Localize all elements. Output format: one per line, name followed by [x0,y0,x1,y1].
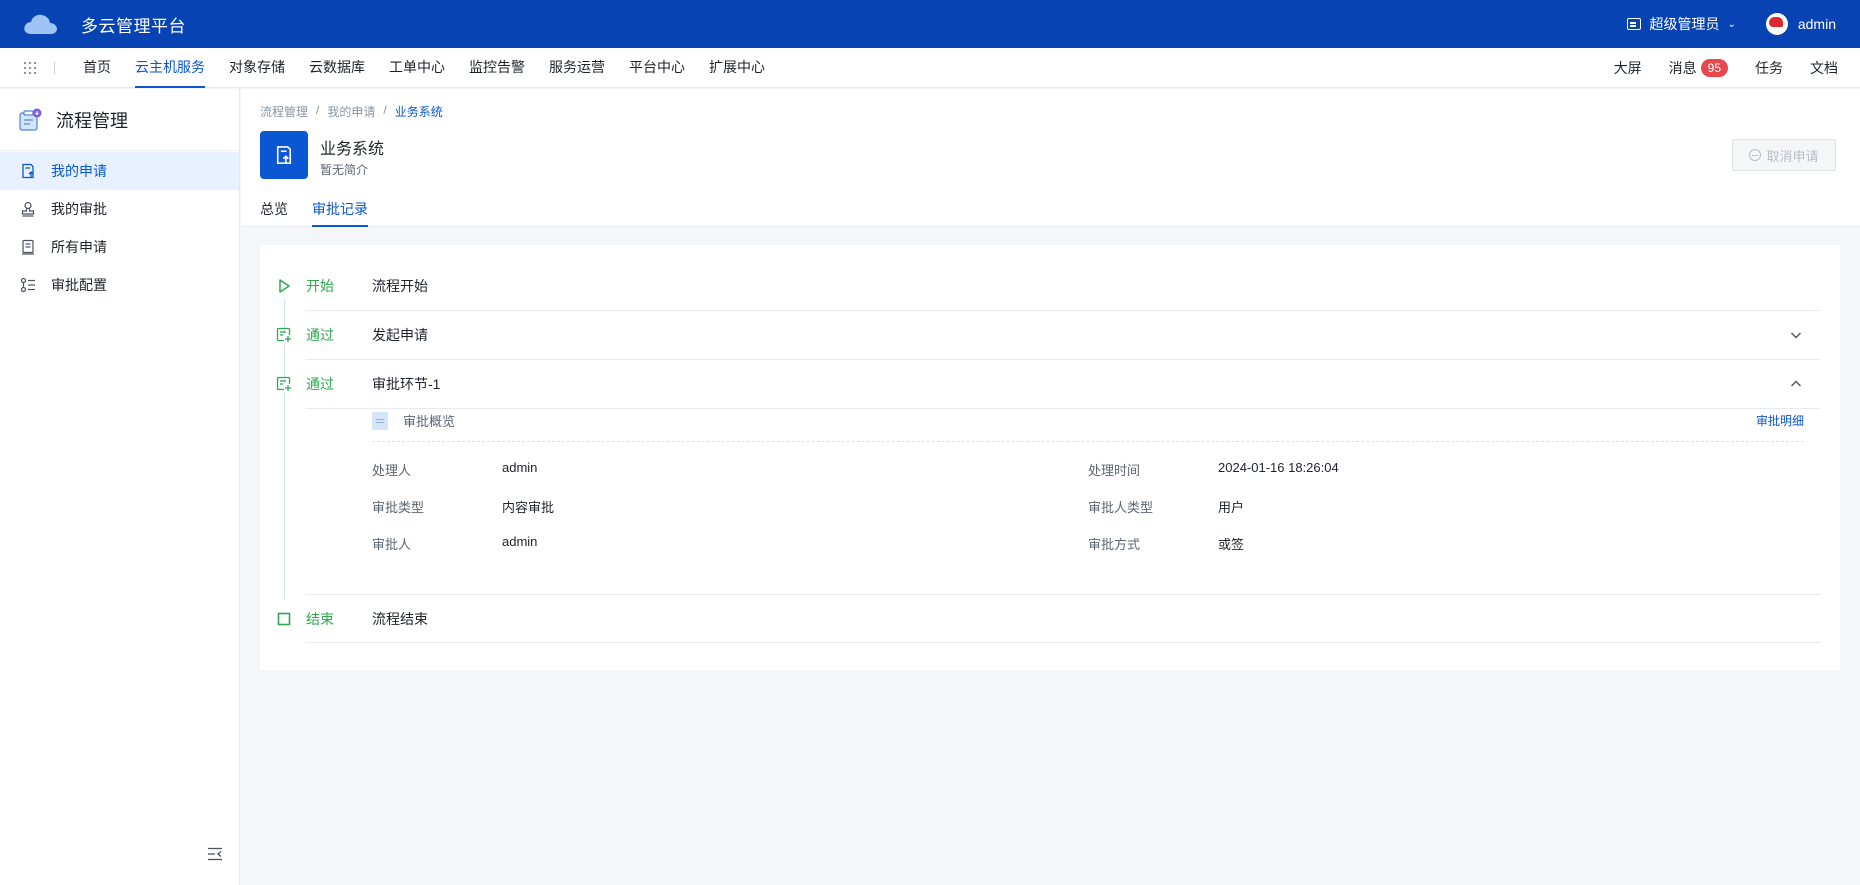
app-grid-icon[interactable] [24,61,36,74]
breadcrumb-item[interactable]: 我的申请 [327,103,375,120]
step-status: 通过 [306,327,334,343]
approved-doc-icon [276,327,292,343]
cancel-request-button[interactable]: 取消申请 [1732,139,1836,171]
field-value: 内容审批 [502,500,555,515]
field-value: 或签 [1218,537,1245,552]
sidebar-title: 流程管理 [56,110,128,131]
business-system-icon [260,131,308,179]
tab-approval-records[interactable]: 审批记录 [312,199,368,227]
timeline-step: 结束 流程结束 [277,594,1820,643]
role-label: 超级管理员 [1649,16,1720,32]
nav-item-cloud-host[interactable]: 云主机服务 [123,48,217,88]
field-label: 审批人类型 [1088,500,1154,515]
my-request-icon [22,163,34,179]
sidebar-item-my-approvals[interactable]: 我的审批 [0,190,239,228]
stop-square-icon [277,612,291,625]
step-name: 流程开始 [372,278,428,294]
minus-circle-icon [1749,149,1762,161]
field-value: admin [502,460,538,475]
field-value: admin [502,534,538,549]
user-menu[interactable]: admin [1765,13,1836,35]
sidebar-item-label: 我的审批 [51,201,107,217]
workflow-icon [19,108,42,131]
chevron-up-icon[interactable] [1790,378,1802,390]
approval-detail-link[interactable]: 审批明细 [1756,412,1804,429]
nav-item-platform-center[interactable]: 平台中心 [617,48,697,88]
collapse-sidebar-icon[interactable] [207,847,223,861]
user-name: admin [1797,16,1836,32]
sidebar-item-approval-config[interactable]: 审批配置 [0,266,239,304]
approval-overview-header: 审批概览 审批明细 [372,400,1804,442]
approval-record-card: 开始 流程开始 通过 发起申请 通过 审批环节-1 审批概览 审批明细 处理人 … [260,245,1840,670]
play-icon [279,279,290,293]
big-screen-link[interactable]: 大屏 [1614,58,1642,78]
field-label: 处理人 [372,463,412,478]
top-bar: 多云管理平台 超级管理员 ⌄ admin [0,0,1860,48]
chevron-down-icon: ⌄ [1727,18,1736,30]
nav-item-object-storage[interactable]: 对象存储 [217,48,297,88]
sidebar-menu: 我的申请 我的审批 所有申请 审批配置 [0,151,239,304]
tasks-link[interactable]: 任务 [1755,58,1783,78]
nav-item-service-ops[interactable]: 服务运营 [537,48,617,88]
tabs: 总览 审批记录 [260,199,392,227]
nav-item-monitoring[interactable]: 监控告警 [457,48,537,88]
page-title: 业务系统 [320,141,385,158]
step-name: 流程结束 [372,610,428,627]
timeline-step[interactable]: 通过 发起申请 [276,311,1820,360]
nav-divider [54,61,55,74]
approval-detail: 审批概览 审批明细 处理人 admin 处理时间 2024-01-16 18:2… [372,400,1804,552]
id-card-icon [1627,18,1642,30]
docs-link[interactable]: 文档 [1810,58,1838,78]
document-list-icon [22,239,34,255]
content-header: 流程管理 / 我的申请 / 业务系统 业务系统 暂无简介 取消申请 总览 审批记… [241,89,1860,227]
app-title: 多云管理平台 [81,16,186,36]
main-nav: 首页 云主机服务 对象存储 云数据库 工单中心 监控告警 服务运营 平台中心 扩… [0,48,1860,88]
stamp-icon [21,201,35,217]
nav-item-cloud-database[interactable]: 云数据库 [297,48,377,88]
field-label: 处理时间 [1088,463,1141,478]
approved-doc-icon [276,376,292,392]
sidebar: 流程管理 我的申请 我的审批 所有申请 审批配置 [0,89,240,885]
sidebar-item-label: 所有申请 [51,239,107,255]
cancel-request-label: 取消申请 [1766,148,1819,164]
avatar [1765,13,1788,35]
messages-link[interactable]: 消息 95 [1669,58,1728,78]
step-status: 开始 [306,278,334,294]
breadcrumb-current: 业务系统 [394,105,443,119]
timeline-step: 开始 流程开始 [279,262,1820,311]
field-value: 2024-01-16 18:26:04 [1218,460,1339,475]
nav-item-home[interactable]: 首页 [71,48,123,88]
breadcrumb-separator: / [316,103,320,117]
nav-item-ticket-center[interactable]: 工单中心 [377,48,457,88]
sidebar-item-all-requests[interactable]: 所有申请 [0,228,239,266]
sidebar-item-label: 审批配置 [51,277,107,293]
field-label: 审批方式 [1088,537,1141,552]
cloud-logo-icon[interactable] [22,12,58,36]
breadcrumb: 流程管理 / 我的申请 / 业务系统 [260,103,443,120]
document-icon [372,411,388,430]
message-count-badge: 95 [1700,58,1728,77]
timeline-line [284,299,285,599]
field-value: 用户 [1218,500,1245,515]
messages-label: 消息 [1668,59,1697,76]
nav-item-extension-center[interactable]: 扩展中心 [697,48,777,88]
sidebar-header: 流程管理 [0,89,239,151]
role-switcher[interactable]: 超级管理员 ⌄ [1627,14,1736,34]
step-name: 审批环节-1 [372,376,441,392]
sidebar-item-label: 我的申请 [51,163,107,179]
nav-items: 首页 云主机服务 对象存储 云数据库 工单中心 监控告警 服务运营 平台中心 扩… [71,48,777,88]
page-description: 暂无简介 [320,163,369,177]
breadcrumb-item[interactable]: 流程管理 [260,103,308,120]
step-name: 发起申请 [372,327,428,343]
breadcrumb-separator: / [383,103,387,117]
step-status: 结束 [306,610,334,627]
field-label: 审批类型 [372,500,425,515]
step-status: 通过 [306,376,334,392]
field-label: 审批人 [372,537,412,552]
config-list-icon [20,277,35,293]
chevron-down-icon[interactable] [1790,329,1802,341]
sidebar-item-my-requests[interactable]: 我的申请 [0,152,239,190]
tab-overview[interactable]: 总览 [260,199,288,227]
approval-overview-title: 审批概览 [403,414,456,429]
